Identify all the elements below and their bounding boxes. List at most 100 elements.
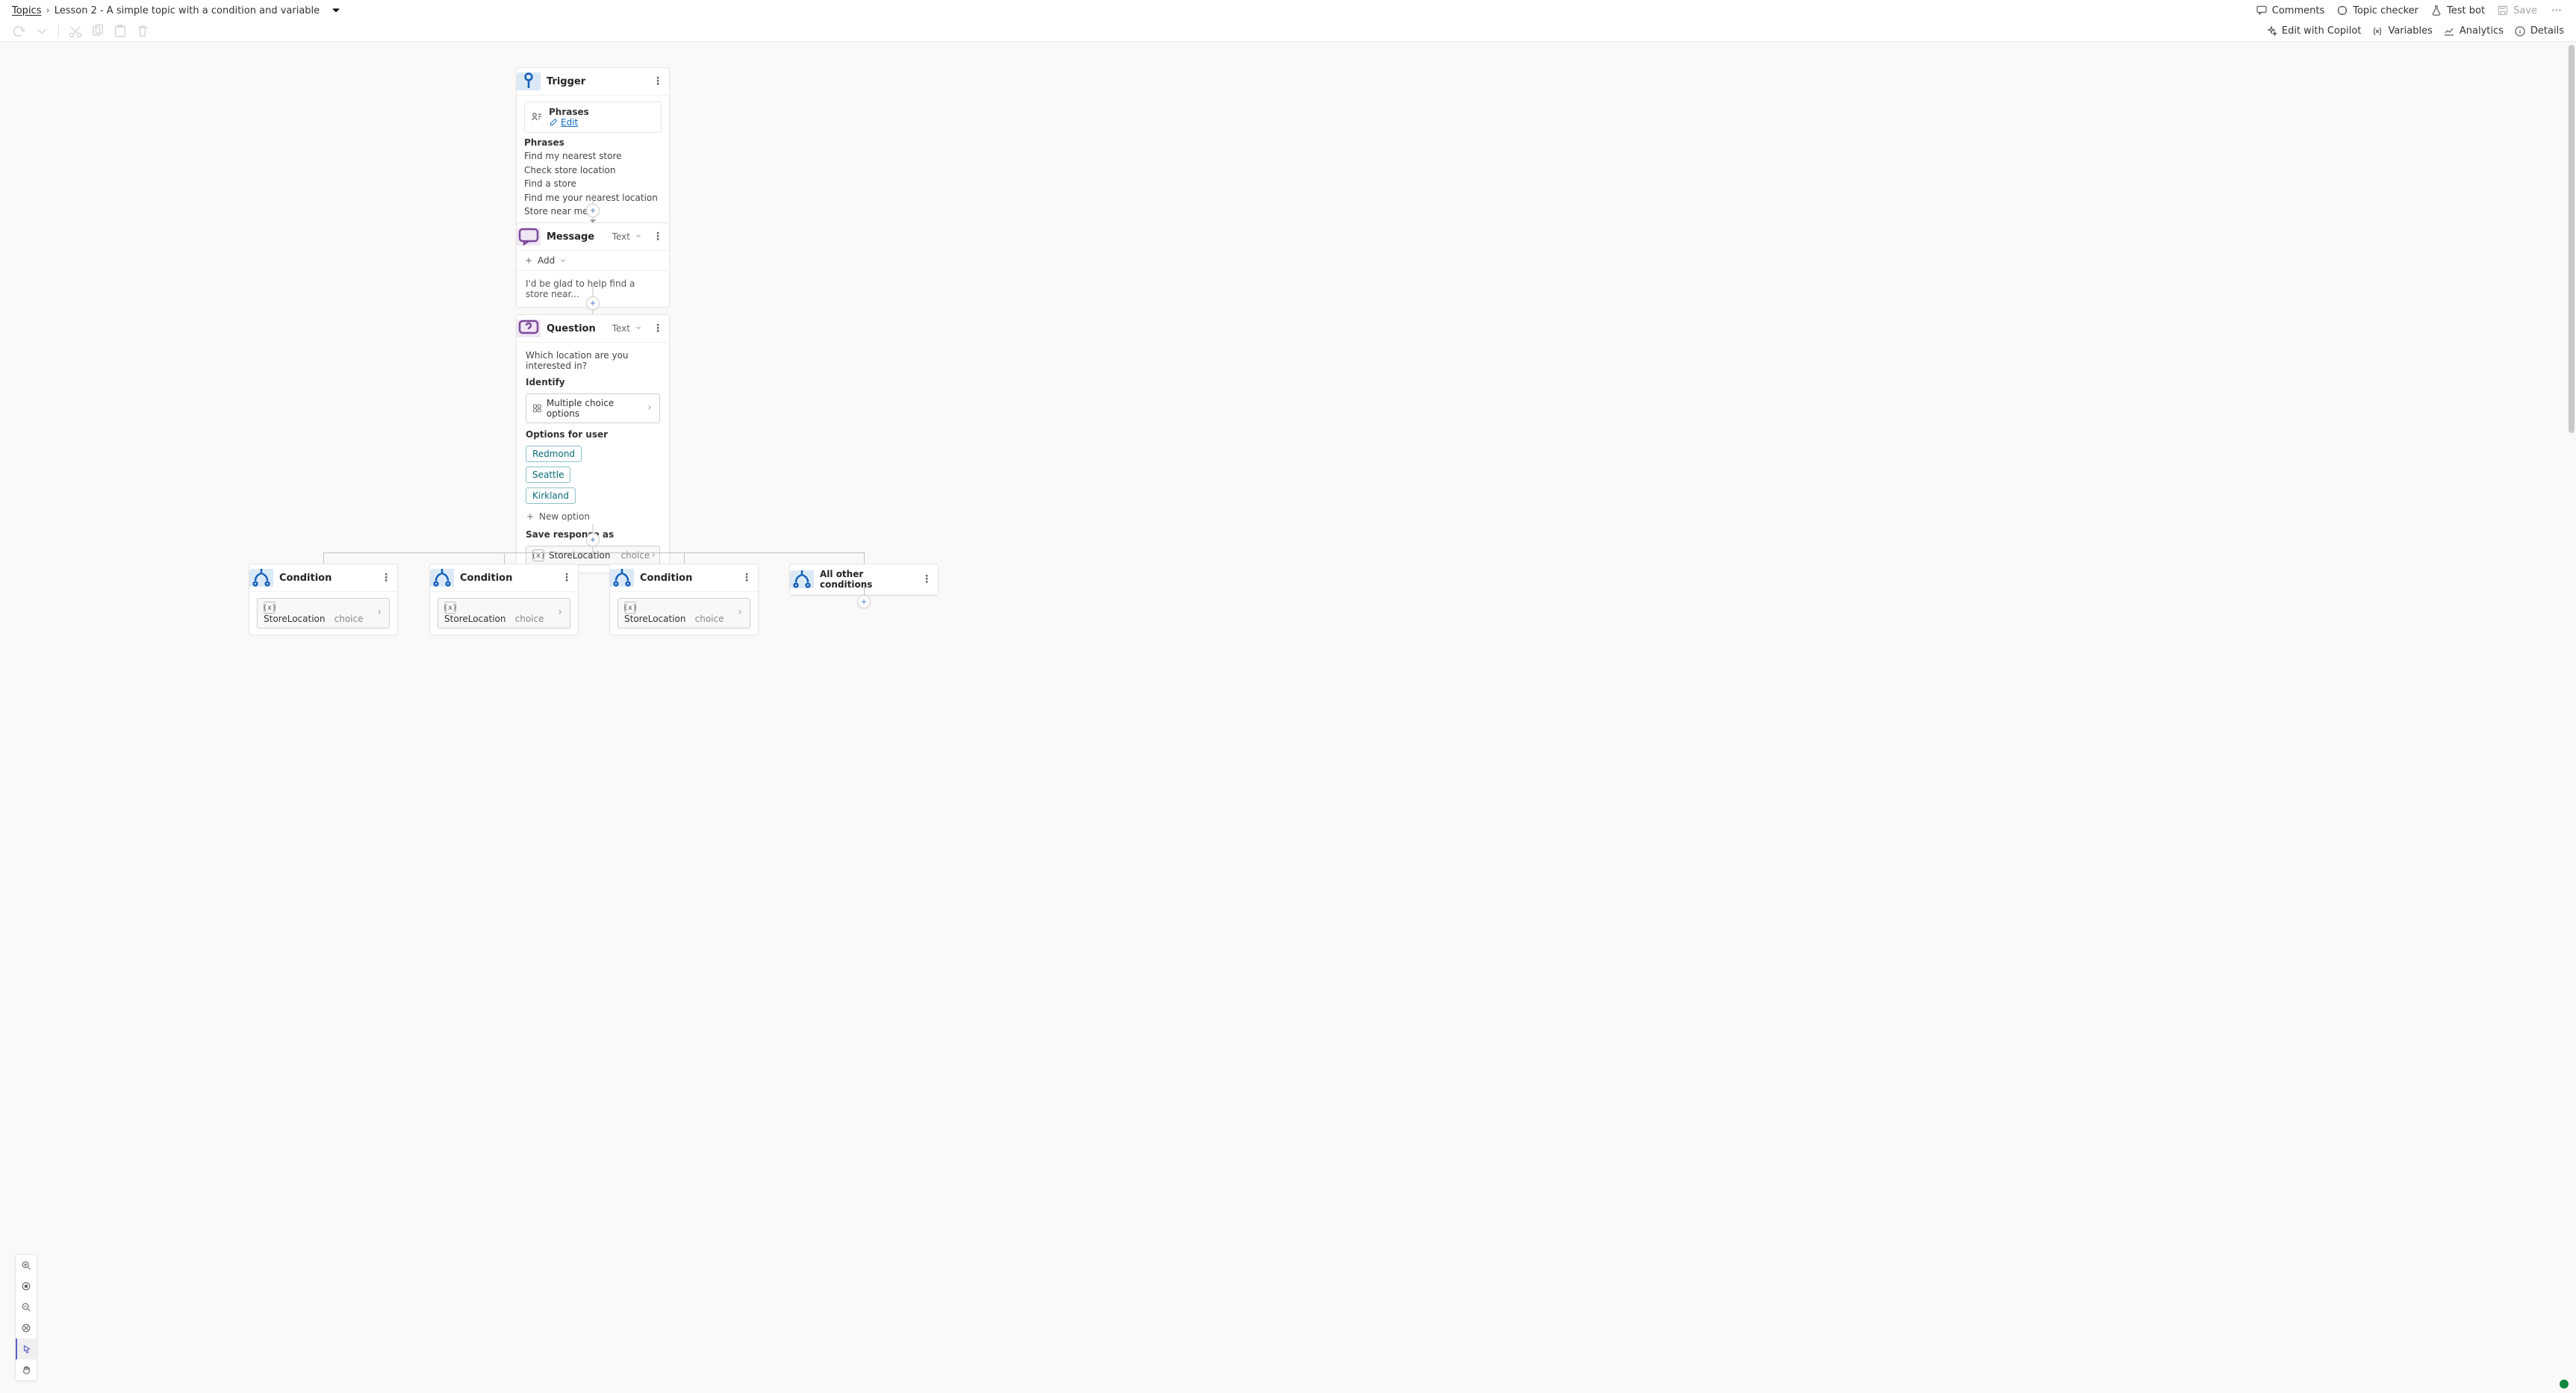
- chevron-right-icon: [736, 608, 744, 619]
- breadcrumb-current: Lesson 2 - A simple topic with a conditi…: [55, 5, 320, 16]
- comments-button[interactable]: Comments: [2256, 4, 2324, 16]
- condition-variable-selector[interactable]: {x} StoreLocation choice: [438, 598, 570, 629]
- zoom-out-button[interactable]: [16, 1297, 37, 1318]
- condition-node[interactable]: Condition ⋮ {x} StoreLocation choice: [429, 564, 579, 635]
- sparkle-icon: [2265, 25, 2277, 37]
- cut-button[interactable]: [68, 24, 83, 39]
- breadcrumb-root-link[interactable]: Topics: [12, 5, 41, 16]
- analytics-button[interactable]: Analytics: [2443, 25, 2504, 37]
- variable-icon: {x}: [444, 602, 456, 614]
- phrase-line: Find my nearest store: [524, 149, 662, 163]
- identify-label: Identify: [526, 377, 660, 387]
- connector-line: [593, 546, 594, 552]
- add-node-button[interactable]: [586, 296, 600, 310]
- zoom-toolbar: [15, 1254, 37, 1381]
- connector-line: [864, 552, 865, 564]
- more-horizontal-icon: ⋯: [2551, 4, 2562, 16]
- connector-line: [684, 552, 685, 564]
- authoring-canvas[interactable]: Trigger ⋮ Phrases Edit Phrases Find my n…: [0, 42, 2576, 1393]
- condition-variable-selector[interactable]: {x} StoreLocation choice: [257, 598, 390, 629]
- connector-line: [323, 552, 324, 564]
- variable-icon: {x}: [264, 602, 276, 614]
- test-bot-label: Test bot: [2447, 5, 2485, 16]
- condition-node[interactable]: Condition ⋮ {x} StoreLocation choice: [249, 564, 398, 635]
- connector-line: [593, 524, 594, 533]
- save-button[interactable]: Save: [2497, 4, 2537, 16]
- condition-more-button[interactable]: ⋮: [381, 573, 391, 583]
- details-label: Details: [2530, 25, 2564, 37]
- message-title: Message: [547, 231, 606, 243]
- hand-tool-button[interactable]: [16, 1359, 37, 1380]
- message-add-button[interactable]: Add: [517, 251, 669, 271]
- identify-selector[interactable]: Multiple choice options: [526, 393, 660, 423]
- reset-view-button[interactable]: [16, 1318, 37, 1339]
- phrases-card-title: Phrases: [549, 107, 589, 117]
- all-other-conditions-title: All other conditions: [820, 569, 911, 590]
- paste-button[interactable]: [113, 24, 128, 39]
- select-tool-button[interactable]: [16, 1339, 37, 1359]
- options-for-user-label: Options for user: [526, 429, 660, 440]
- condition-more-button[interactable]: ⋮: [741, 573, 752, 583]
- question-prompt[interactable]: Which location are you interested in?: [526, 350, 660, 371]
- analytics-icon: [2443, 25, 2455, 37]
- condition-title: Condition: [640, 573, 731, 584]
- variable-type: choice: [515, 614, 544, 624]
- question-variant-label[interactable]: Text: [612, 323, 630, 334]
- question-icon: [517, 320, 541, 337]
- details-button[interactable]: Details: [2514, 25, 2564, 37]
- new-option-button[interactable]: New option: [526, 511, 660, 522]
- chevron-right-icon: [646, 403, 653, 414]
- beaker-icon: [2430, 4, 2442, 16]
- undo-dropdown[interactable]: [34, 24, 49, 39]
- chevron-right-icon: [556, 608, 564, 619]
- edit-with-copilot-button[interactable]: Edit with Copilot: [2265, 25, 2362, 37]
- variable-name: StoreLocation: [624, 614, 685, 624]
- undo-button[interactable]: [12, 24, 27, 39]
- topic-checker-button[interactable]: Topic checker: [2336, 4, 2418, 16]
- topic-checker-label: Topic checker: [2353, 5, 2418, 16]
- variable-type: choice: [335, 614, 364, 624]
- breadcrumb: Topics › Lesson 2 - A simple topic with …: [12, 3, 343, 18]
- chevron-right-icon: [376, 608, 383, 619]
- connector-line: [593, 194, 594, 204]
- add-node-button[interactable]: [586, 533, 600, 546]
- variable-icon: {x}: [624, 602, 636, 614]
- trigger-phrases-card[interactable]: Phrases Edit: [524, 102, 662, 133]
- zoom-in-button[interactable]: [16, 1255, 37, 1276]
- phrase-line: Check store location: [524, 163, 662, 178]
- edit-phrases-link[interactable]: Edit: [561, 117, 578, 128]
- option-chip[interactable]: Seattle: [526, 467, 570, 483]
- analytics-label: Analytics: [2460, 25, 2504, 37]
- add-node-button[interactable]: [586, 204, 600, 217]
- chevron-down-icon[interactable]: [635, 231, 642, 242]
- vertical-scrollbar[interactable]: [2567, 42, 2576, 1393]
- question-more-button[interactable]: ⋮: [653, 323, 663, 334]
- condition-variable-selector[interactable]: {x} StoreLocation choice: [617, 598, 750, 629]
- connector-line: [864, 585, 865, 595]
- variable-type: choice: [695, 614, 724, 624]
- test-bot-button[interactable]: Test bot: [2430, 4, 2485, 16]
- option-chip[interactable]: Kirkland: [526, 487, 576, 504]
- more-options-button[interactable]: ⋯: [2549, 3, 2564, 18]
- copy-button[interactable]: [90, 24, 105, 39]
- fit-to-screen-button[interactable]: [16, 1276, 37, 1297]
- chevron-down-icon[interactable]: [635, 323, 642, 334]
- scrollbar-thumb[interactable]: [2569, 45, 2575, 433]
- trigger-more-button[interactable]: ⋮: [653, 76, 663, 87]
- condition-node[interactable]: Condition ⋮ {x} StoreLocation choice: [609, 564, 759, 635]
- chevron-down-icon[interactable]: [329, 3, 343, 18]
- add-node-button[interactable]: [857, 595, 871, 608]
- condition-icon: [430, 569, 454, 587]
- condition-more-button[interactable]: ⋮: [921, 574, 932, 585]
- variables-button[interactable]: Variables: [2371, 25, 2432, 37]
- variable-name: StoreLocation: [444, 614, 505, 624]
- condition-more-button[interactable]: ⋮: [561, 573, 572, 583]
- option-chip[interactable]: Redmond: [526, 446, 582, 462]
- phrases-heading: Phrases: [524, 137, 662, 148]
- message-more-button[interactable]: ⋮: [653, 231, 663, 242]
- message-icon: [517, 228, 541, 246]
- comment-icon: [2256, 4, 2268, 16]
- message-variant-label[interactable]: Text: [612, 231, 630, 242]
- trigger-title: Trigger: [547, 76, 642, 87]
- delete-button[interactable]: [135, 24, 150, 39]
